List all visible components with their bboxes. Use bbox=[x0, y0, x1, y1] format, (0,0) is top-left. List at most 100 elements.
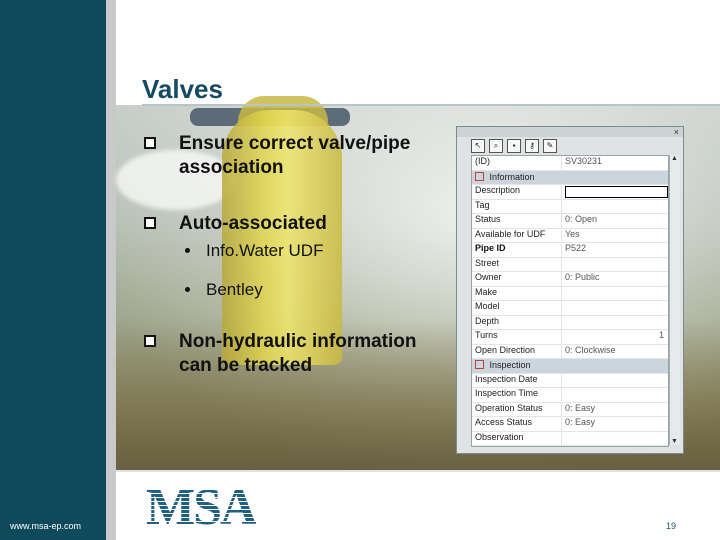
key-icon[interactable]: ⚷ bbox=[525, 139, 539, 153]
property-value: Yes bbox=[565, 228, 580, 239]
table-row[interactable]: Depth bbox=[472, 315, 668, 330]
close-icon[interactable]: × bbox=[674, 127, 679, 137]
selected-cell[interactable] bbox=[565, 186, 668, 198]
table-row[interactable]: Street bbox=[472, 257, 668, 272]
property-label: Pipe ID bbox=[472, 243, 562, 257]
dot-bullet-icon bbox=[185, 248, 190, 253]
table-row[interactable]: Access Status 0: Easy bbox=[472, 417, 668, 432]
table-row[interactable]: Observation bbox=[472, 431, 668, 446]
table-row[interactable]: Operation Status 0: Easy bbox=[472, 402, 668, 417]
table-row[interactable]: Status 0: Open bbox=[472, 214, 668, 229]
page-number: 19 bbox=[666, 521, 677, 531]
bullet-3-line-1: Non-hydraulic information bbox=[179, 331, 417, 352]
table-row[interactable]: Open Direction 0: Clockwise bbox=[472, 344, 668, 359]
table-row[interactable]: Tag bbox=[472, 199, 668, 214]
property-value-wrap: 1 bbox=[562, 330, 668, 344]
scroll-down-icon[interactable]: ▼ bbox=[671, 438, 678, 445]
bullet-1-line-2: association bbox=[179, 157, 284, 178]
property-value: 0: Easy bbox=[565, 402, 596, 413]
website-url: www.msa-ep.com bbox=[10, 521, 82, 531]
bullet-2-line-1: Auto-associated bbox=[179, 213, 327, 234]
property-value: SV30231 bbox=[565, 156, 603, 166]
left-sidebar-edge bbox=[106, 0, 116, 540]
property-value: 0: Easy bbox=[565, 417, 596, 427]
property-value bbox=[562, 200, 668, 214]
sub-bullet-1-text: Info.Water UDF bbox=[206, 241, 324, 260]
property-label: Description bbox=[472, 185, 562, 199]
property-label: Depth bbox=[472, 315, 562, 329]
checkbox-bullet-icon bbox=[144, 217, 156, 229]
property-label: Make bbox=[472, 286, 562, 300]
slide-title: Valves bbox=[142, 74, 223, 104]
property-label: Operation Status bbox=[472, 402, 562, 416]
table-row[interactable]: Available for UDF Yes bbox=[472, 228, 668, 243]
property-value bbox=[562, 301, 668, 315]
property-value-editor[interactable] bbox=[562, 185, 668, 199]
sub-bullet-2: Bentley bbox=[185, 280, 263, 300]
bullet-2: Auto-associated bbox=[144, 212, 327, 236]
bullet-3-line-2: can be tracked bbox=[179, 355, 313, 376]
table-row[interactable]: Owner 0: Public bbox=[472, 272, 668, 287]
property-value: 0: Open bbox=[565, 214, 598, 224]
bullet-1: Ensure correct valve/pipe association bbox=[144, 132, 411, 180]
collapse-icon[interactable] bbox=[475, 360, 484, 369]
footer-divider bbox=[116, 470, 720, 472]
scrollbar[interactable]: ▲ ▼ bbox=[669, 155, 680, 445]
property-value bbox=[562, 258, 668, 272]
property-label: Status bbox=[472, 214, 562, 228]
sub-bullet-1: Info.Water UDF bbox=[185, 241, 324, 261]
dot-bullet-icon bbox=[185, 287, 190, 292]
group-header-information[interactable]: Information bbox=[472, 170, 668, 185]
group-label-wrap: Information bbox=[472, 171, 668, 185]
table-row[interactable]: Turns 1 bbox=[472, 330, 668, 345]
property-value bbox=[562, 316, 668, 330]
property-value: 1 bbox=[658, 330, 664, 340]
scroll-up-icon[interactable]: ▲ bbox=[671, 155, 678, 162]
search-icon[interactable]: ⌕ bbox=[489, 139, 503, 153]
group-label-wrap: Inspection bbox=[472, 359, 668, 373]
property-grid: (ID) SV30231 Information Description Tag… bbox=[471, 155, 669, 447]
property-value bbox=[562, 287, 668, 301]
msa-logo: MSA bbox=[146, 479, 258, 536]
table-row[interactable]: Inspection Date bbox=[472, 373, 668, 388]
property-label: Tag bbox=[472, 199, 562, 213]
table-row[interactable]: (ID) SV30231 bbox=[472, 156, 668, 171]
property-label: Available for UDF bbox=[472, 228, 562, 242]
property-value: 0: Public bbox=[565, 272, 600, 282]
property-label: (ID) bbox=[472, 156, 562, 170]
property-value bbox=[562, 374, 668, 388]
property-label: Inspection Time bbox=[472, 388, 562, 402]
property-label: Owner bbox=[472, 272, 562, 286]
property-value bbox=[562, 388, 668, 402]
property-label: Street bbox=[472, 257, 562, 271]
property-label: Model bbox=[472, 301, 562, 315]
table-row[interactable]: Inspection Time bbox=[472, 388, 668, 403]
property-panel: × ↖ ⌕ ▪ ⚷ ✎ (ID) SV30231 Information Des… bbox=[456, 126, 684, 454]
save-icon[interactable]: ▪ bbox=[507, 139, 521, 153]
property-label: Observation bbox=[472, 431, 562, 445]
property-label: Open Direction bbox=[472, 344, 562, 358]
sub-bullet-2-text: Bentley bbox=[206, 280, 263, 299]
property-label: Inspection Date bbox=[472, 373, 562, 387]
group-header-inspection[interactable]: Inspection bbox=[472, 359, 668, 374]
property-value bbox=[562, 432, 668, 446]
bullet-3: Non-hydraulic information can be tracked bbox=[144, 330, 417, 378]
table-row[interactable]: Make bbox=[472, 286, 668, 301]
bullet-1-line-1: Ensure correct valve/pipe bbox=[179, 133, 411, 154]
pointer-icon[interactable]: ↖ bbox=[471, 139, 485, 153]
table-row[interactable]: Description bbox=[472, 185, 668, 200]
property-label: Turns bbox=[472, 330, 562, 344]
checkbox-bullet-icon bbox=[144, 137, 156, 149]
table-row[interactable]: Model bbox=[472, 301, 668, 316]
group-label: Information bbox=[489, 171, 535, 182]
property-label: Access Status bbox=[472, 417, 562, 431]
collapse-icon[interactable] bbox=[475, 171, 484, 181]
panel-titlebar: × bbox=[457, 127, 683, 137]
property-value: 0: Clockwise bbox=[565, 344, 616, 355]
group-label: Inspection bbox=[489, 360, 531, 370]
table-row[interactable]: Pipe ID P522 bbox=[472, 243, 668, 258]
left-sidebar-bar bbox=[0, 0, 106, 540]
panel-toolbar: ↖ ⌕ ▪ ⚷ ✎ bbox=[471, 139, 557, 155]
edit-icon[interactable]: ✎ bbox=[543, 139, 557, 153]
title-underline bbox=[142, 104, 720, 106]
